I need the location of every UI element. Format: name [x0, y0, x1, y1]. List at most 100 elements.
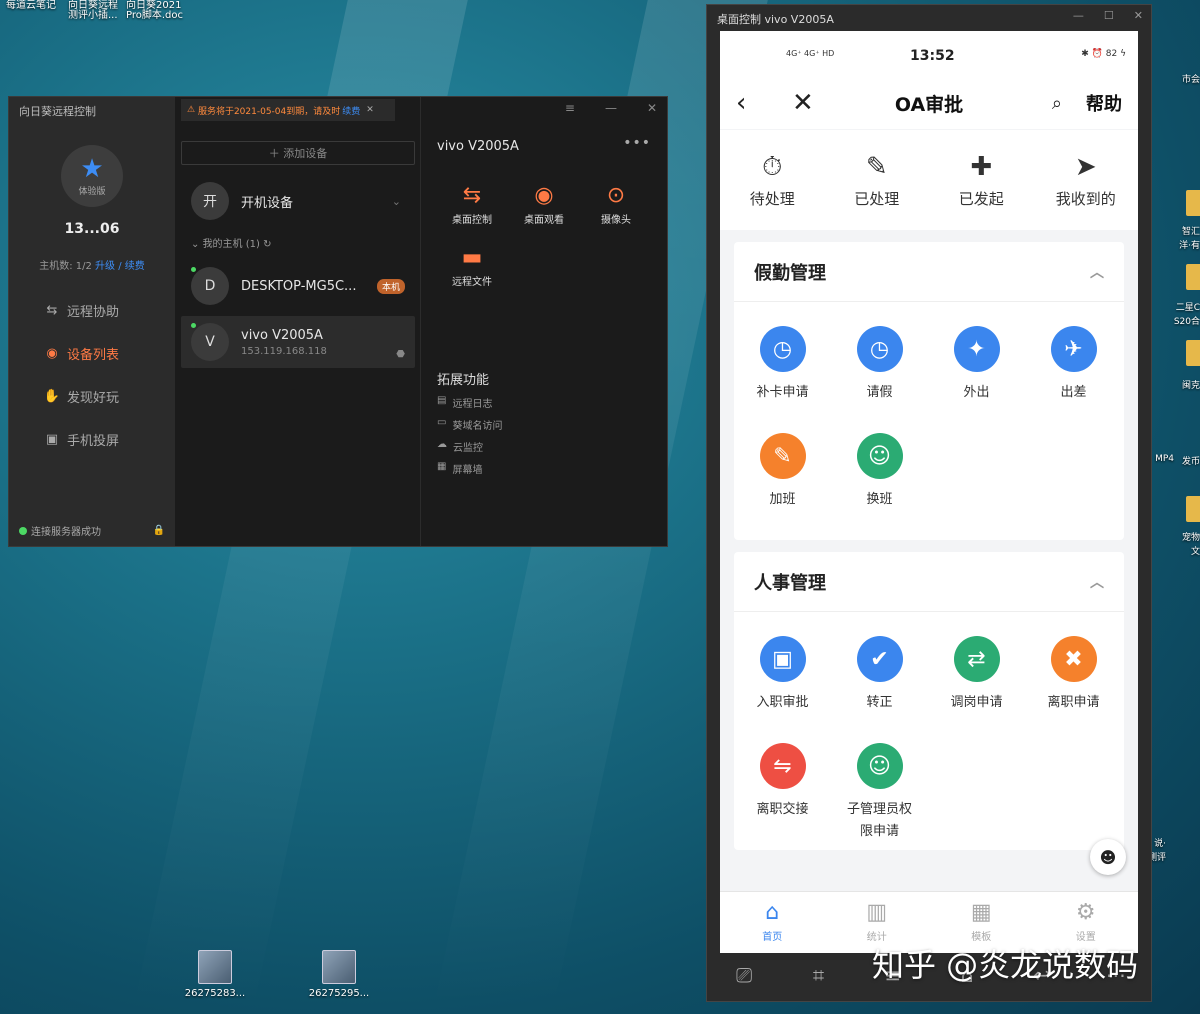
ext-screen-wall[interactable]: ▦ 屏幕墙 — [437, 461, 482, 476]
customer-service-icon[interactable]: ☻ — [1090, 839, 1126, 875]
nav-label: 设备列表 — [67, 348, 120, 363]
desktop-icon-label[interactable]: 说· — [1154, 836, 1166, 849]
desktop-icon-label[interactable]: 洋·有 — [1179, 238, 1200, 251]
notice-text: 服务将于2021-05-04到期，请及时 — [197, 106, 341, 117]
chevron-up-icon[interactable]: ︿ — [1090, 262, 1104, 282]
grid-item-sub-admin[interactable]: ☺ 子管理员权限申请 — [831, 729, 928, 839]
avatar[interactable]: ★ 体验版 — [61, 145, 123, 207]
camera-icon[interactable]: ⎚ — [707, 963, 781, 987]
phone-screen[interactable]: 4G⁺ 4G⁺ HD 13:52 ✱ ⏰ 82 ϟ ‹ ✕ OA审批 ⌕ 帮助 … — [720, 31, 1138, 953]
desktop-view-button[interactable]: ◉ 桌面观看 — [509, 181, 579, 226]
quick-pending[interactable]: ⏱ 待处理 — [720, 130, 825, 230]
desktop-icon-label[interactable]: 智汇 — [1182, 224, 1200, 237]
grid-item-regularization[interactable]: ✔ 转正 — [831, 622, 928, 729]
nav-device-list[interactable]: ◉ 设备列表 — [43, 344, 119, 363]
grid-item-resignation[interactable]: ✖ 离职申请 — [1025, 622, 1122, 729]
section-title: 人事管理 — [754, 572, 826, 594]
close-icon[interactable]: ✕ — [647, 101, 657, 115]
more-icon[interactable]: ••• — [623, 135, 651, 151]
discover-icon: ✋ — [43, 389, 61, 404]
device-row-desktop[interactable]: D DESKTOP-MG5C... 本机 — [181, 260, 415, 312]
nav-discover[interactable]: ✋ 发现好玩 — [43, 387, 119, 406]
function-label: 远程文件 — [452, 277, 492, 288]
notice-renew-link[interactable]: 续费 — [342, 104, 360, 117]
minimize-icon[interactable]: — — [1073, 9, 1084, 22]
grid-item-overtime[interactable]: ✎ 加班 — [734, 419, 831, 526]
initiated-icon: ✚ — [970, 152, 993, 182]
nav-remote-assist[interactable]: ⇆ 远程协助 — [43, 301, 119, 320]
function-label: 摄像头 — [601, 215, 631, 226]
ext-domain-access[interactable]: ▭ 葵域名访问 — [437, 417, 502, 432]
tab-home[interactable]: ⌂ 首页 — [720, 892, 825, 953]
desktop-icon-label[interactable]: Pro脚本.doc — [126, 10, 183, 22]
star-icon: ★ — [80, 153, 104, 184]
folder-icon[interactable] — [1186, 264, 1200, 290]
desktop-icon-label[interactable]: 文 — [1191, 544, 1200, 557]
remote-file-button[interactable]: ▬ 远程文件 — [437, 243, 507, 288]
boot-device-row[interactable]: 开 开机设备 ⌄ — [181, 175, 415, 227]
desktop-icon-label[interactable]: S20合 — [1174, 314, 1200, 327]
battery-status: ✱ ⏰ 82 ϟ — [1081, 49, 1126, 59]
renew-link[interactable]: 续费 — [125, 261, 145, 272]
desktop-icon-label[interactable]: 市会 — [1182, 72, 1200, 85]
section-hr: 人事管理 ︿ ▣ 入职审批 ✔ 转正 ⇄ 调岗申请 ✖ 离职申请 ⇋ 离职交接 ☺ 子管理员… — [734, 552, 1124, 850]
desktop-icon-label[interactable]: 二星C — [1176, 300, 1200, 313]
remote-control-window: 桌面控制 vivo V2005A — ☐ ✕ 4G⁺ 4G⁺ HD 13:52 … — [706, 4, 1152, 1002]
search-icon[interactable]: ⌕ — [1052, 93, 1062, 114]
desktop-file[interactable]: 26275295... — [304, 950, 374, 999]
chevron-up-icon[interactable]: ︿ — [1090, 572, 1104, 592]
grid-item-label: 子管理员权限申请 — [846, 802, 912, 839]
desktop-icon-label[interactable]: MP4 — [1155, 454, 1174, 464]
refresh-icon[interactable]: ↻ — [263, 239, 271, 250]
quick-initiated[interactable]: ✚ 已发起 — [929, 130, 1034, 230]
lock-icon[interactable]: 🔒 — [153, 525, 165, 536]
handover-icon: ⇋ — [759, 743, 806, 789]
desktop-icon-label[interactable]: 发币 — [1182, 454, 1200, 467]
tab-label: 首页 — [762, 932, 783, 943]
grid-item-go-out[interactable]: ✦ 外出 — [928, 312, 1025, 419]
nav-screen-cast[interactable]: ▣ 手机投屏 — [43, 430, 119, 449]
quick-received[interactable]: ➤ 我收到的 — [1034, 130, 1139, 230]
add-device-button[interactable]: ＋ 添加设备 — [181, 141, 415, 165]
grid-item-transfer[interactable]: ⇄ 调岗申请 — [928, 622, 1025, 729]
crop-icon[interactable]: ⌗ — [781, 963, 855, 987]
menu-icon[interactable]: ≡ — [565, 101, 575, 115]
chevron-down-icon[interactable]: ⌄ — [392, 195, 401, 208]
app-title: 向日葵远程控制 — [19, 105, 96, 118]
device-avatar: D — [191, 267, 229, 305]
ext-cloud-monitor[interactable]: ☁ 云监控 — [437, 439, 483, 454]
grid-item-business-trip[interactable]: ✈ 出差 — [1025, 312, 1122, 419]
desktop-icon-label[interactable]: 宠物 — [1182, 530, 1200, 543]
folder-icon[interactable] — [1186, 190, 1200, 216]
group-label[interactable]: ⌄ 我的主机 (1) ↻ — [191, 235, 271, 250]
grid-item-handover[interactable]: ⇋ 离职交接 — [734, 729, 831, 836]
desktop-control-button[interactable]: ⇆ 桌面控制 — [437, 181, 507, 226]
nav-label: 手机投屏 — [67, 434, 120, 449]
grid-item-onboarding[interactable]: ▣ 入职审批 — [734, 622, 831, 729]
desktop-file[interactable]: 26275283... — [180, 950, 250, 999]
close-icon[interactable]: ✕ — [366, 105, 374, 115]
desktop-icon-label[interactable]: 闽克 — [1182, 378, 1200, 391]
folder-icon[interactable] — [1186, 340, 1200, 366]
ext-remote-log[interactable]: ▤ 远程日志 — [437, 395, 492, 410]
section-header[interactable]: 人事管理 ︿ — [734, 552, 1124, 612]
grid-item-shift-swap[interactable]: ☺ 换班 — [831, 419, 928, 526]
maximize-icon[interactable]: ☐ — [1104, 9, 1114, 22]
section-header[interactable]: 假勤管理 ︿ — [734, 242, 1124, 302]
grid-item-leave[interactable]: ◷ 请假 — [831, 312, 928, 419]
minimize-icon[interactable]: — — [605, 101, 617, 115]
quick-label: 已发起 — [958, 190, 1004, 208]
help-button[interactable]: 帮助 — [1086, 90, 1122, 116]
upgrade-link[interactable]: 升级 — [95, 261, 115, 272]
device-row-vivo[interactable]: V vivo V2005A 153.119.168.118 ⬣ — [181, 316, 415, 368]
version-label: 体验版 — [78, 186, 106, 197]
quick-processed[interactable]: ✎ 已处理 — [825, 130, 930, 230]
camera-button[interactable]: ⊙ 摄像头 — [581, 181, 651, 226]
desktop-icon-label[interactable]: 每道云笔记 — [6, 0, 56, 12]
desktop-icon-label[interactable]: 测评小插... — [68, 10, 118, 22]
grid-icon: ▦ — [437, 461, 447, 472]
close-icon[interactable]: ✕ — [1134, 9, 1143, 22]
grid-item-makeup-punch[interactable]: ◷ 补卡申请 — [734, 312, 831, 419]
folder-icon[interactable] — [1186, 496, 1200, 522]
host-count-label: 主机数: 1/2 — [39, 261, 92, 272]
